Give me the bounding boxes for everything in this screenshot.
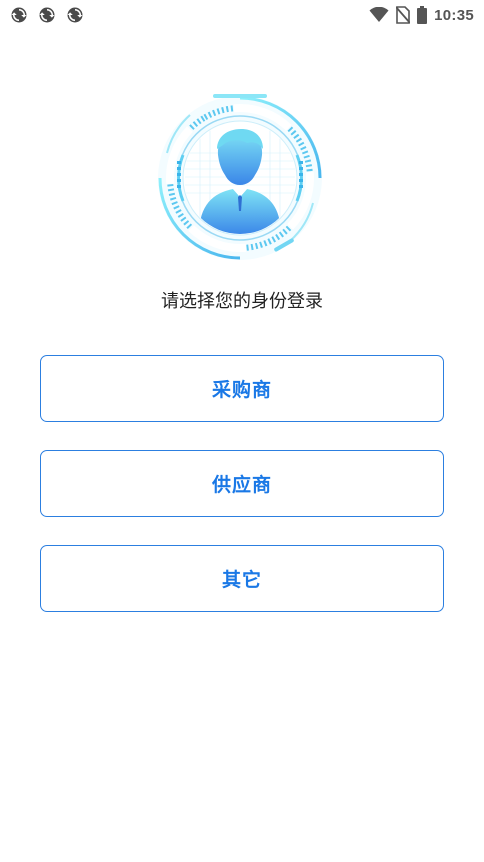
sync-icon	[11, 7, 27, 23]
notification-icons	[10, 6, 84, 24]
sync-icon	[67, 7, 83, 23]
battery-icon	[417, 6, 428, 24]
sync-icon	[39, 7, 55, 23]
role-supplier-button[interactable]: 供应商	[40, 450, 444, 517]
role-other-button[interactable]: 其它	[40, 545, 444, 612]
status-bar: 10:35	[0, 0, 484, 30]
role-list: 采购商 供应商 其它	[40, 355, 444, 640]
no-sim-icon	[396, 6, 411, 24]
face-scan-avatar-icon	[155, 93, 325, 263]
login-prompt: 请选择您的身份登录	[161, 291, 323, 312]
role-buyer-button[interactable]: 采购商	[40, 355, 444, 422]
status-time: 10:35	[434, 6, 474, 24]
wifi-icon	[369, 7, 389, 22]
system-icons: 10:35	[369, 4, 474, 26]
